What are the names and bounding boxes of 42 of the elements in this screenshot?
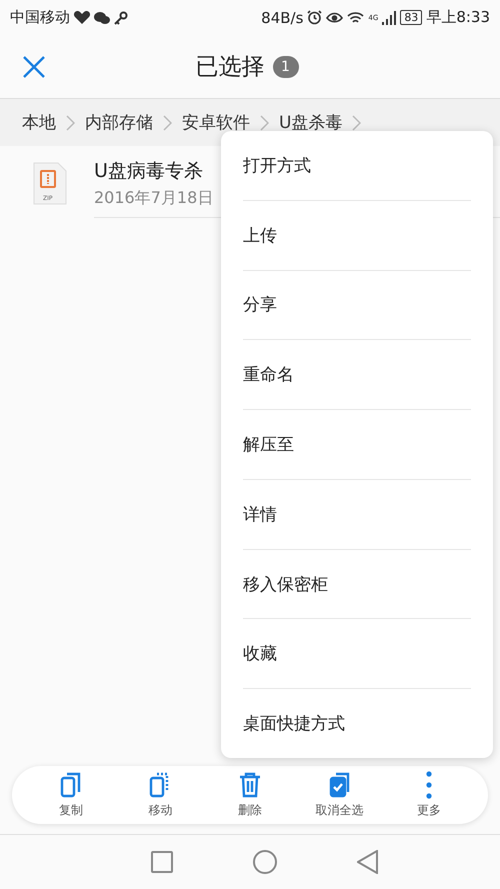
breadcrumb-item[interactable]: 安卓软件 bbox=[182, 111, 250, 134]
chevron-right-icon bbox=[163, 114, 172, 130]
menu-item[interactable]: 详情 bbox=[243, 480, 471, 550]
alarm-icon bbox=[307, 10, 322, 25]
recent-apps-icon[interactable] bbox=[151, 851, 173, 873]
menu-item[interactable]: 打开方式 bbox=[243, 131, 471, 201]
clock-time: 早上8:33 bbox=[426, 8, 490, 27]
close-icon[interactable] bbox=[22, 54, 46, 78]
home-icon[interactable] bbox=[253, 850, 277, 874]
carrier-name: 中国移动 bbox=[10, 8, 70, 27]
chevron-right-icon bbox=[352, 114, 362, 130]
chevron-right-icon bbox=[260, 114, 269, 130]
toolbar-button[interactable]: 取消全选 bbox=[300, 771, 380, 819]
heart-icon bbox=[74, 10, 90, 24]
wifi-icon bbox=[347, 10, 364, 24]
menu-item[interactable]: 解压至 bbox=[243, 410, 471, 480]
breadcrumb-item[interactable]: U盘杀毒 bbox=[279, 111, 342, 134]
menu-item[interactable]: 上传 bbox=[243, 200, 471, 271]
zip-file-icon bbox=[32, 162, 68, 206]
network-speed: 84B/s bbox=[261, 8, 304, 26]
chevron-right-icon bbox=[66, 114, 75, 130]
menu-item[interactable]: 重命名 bbox=[243, 340, 471, 410]
file-date: 2016年7月18日 bbox=[94, 188, 214, 209]
battery-level: 83 bbox=[400, 10, 422, 25]
key-icon bbox=[114, 10, 128, 24]
menu-item[interactable]: 收藏 bbox=[243, 619, 471, 690]
header-title: 已选择 bbox=[196, 53, 264, 82]
eye-icon bbox=[326, 11, 344, 24]
menu-item[interactable]: 移入保密柜 bbox=[243, 550, 471, 620]
signal-icon bbox=[382, 10, 396, 24]
menu-item[interactable]: 分享 bbox=[243, 270, 471, 340]
breadcrumb-item[interactable]: 内部存储 bbox=[85, 111, 153, 134]
toolbar-button[interactable]: 移动 bbox=[120, 771, 200, 819]
toolbar-button[interactable]: 更多 bbox=[389, 771, 470, 819]
toolbar-button[interactable]: 删除 bbox=[210, 771, 290, 819]
more-icon bbox=[426, 771, 432, 799]
chat-icon bbox=[94, 10, 110, 24]
menu-item[interactable]: 桌面快捷方式 bbox=[243, 689, 471, 758]
back-icon[interactable] bbox=[357, 850, 379, 874]
toolbar-button[interactable]: 复制 bbox=[30, 771, 111, 819]
selection-count: 1 bbox=[272, 56, 298, 78]
breadcrumb-item[interactable]: 本地 bbox=[22, 111, 56, 134]
